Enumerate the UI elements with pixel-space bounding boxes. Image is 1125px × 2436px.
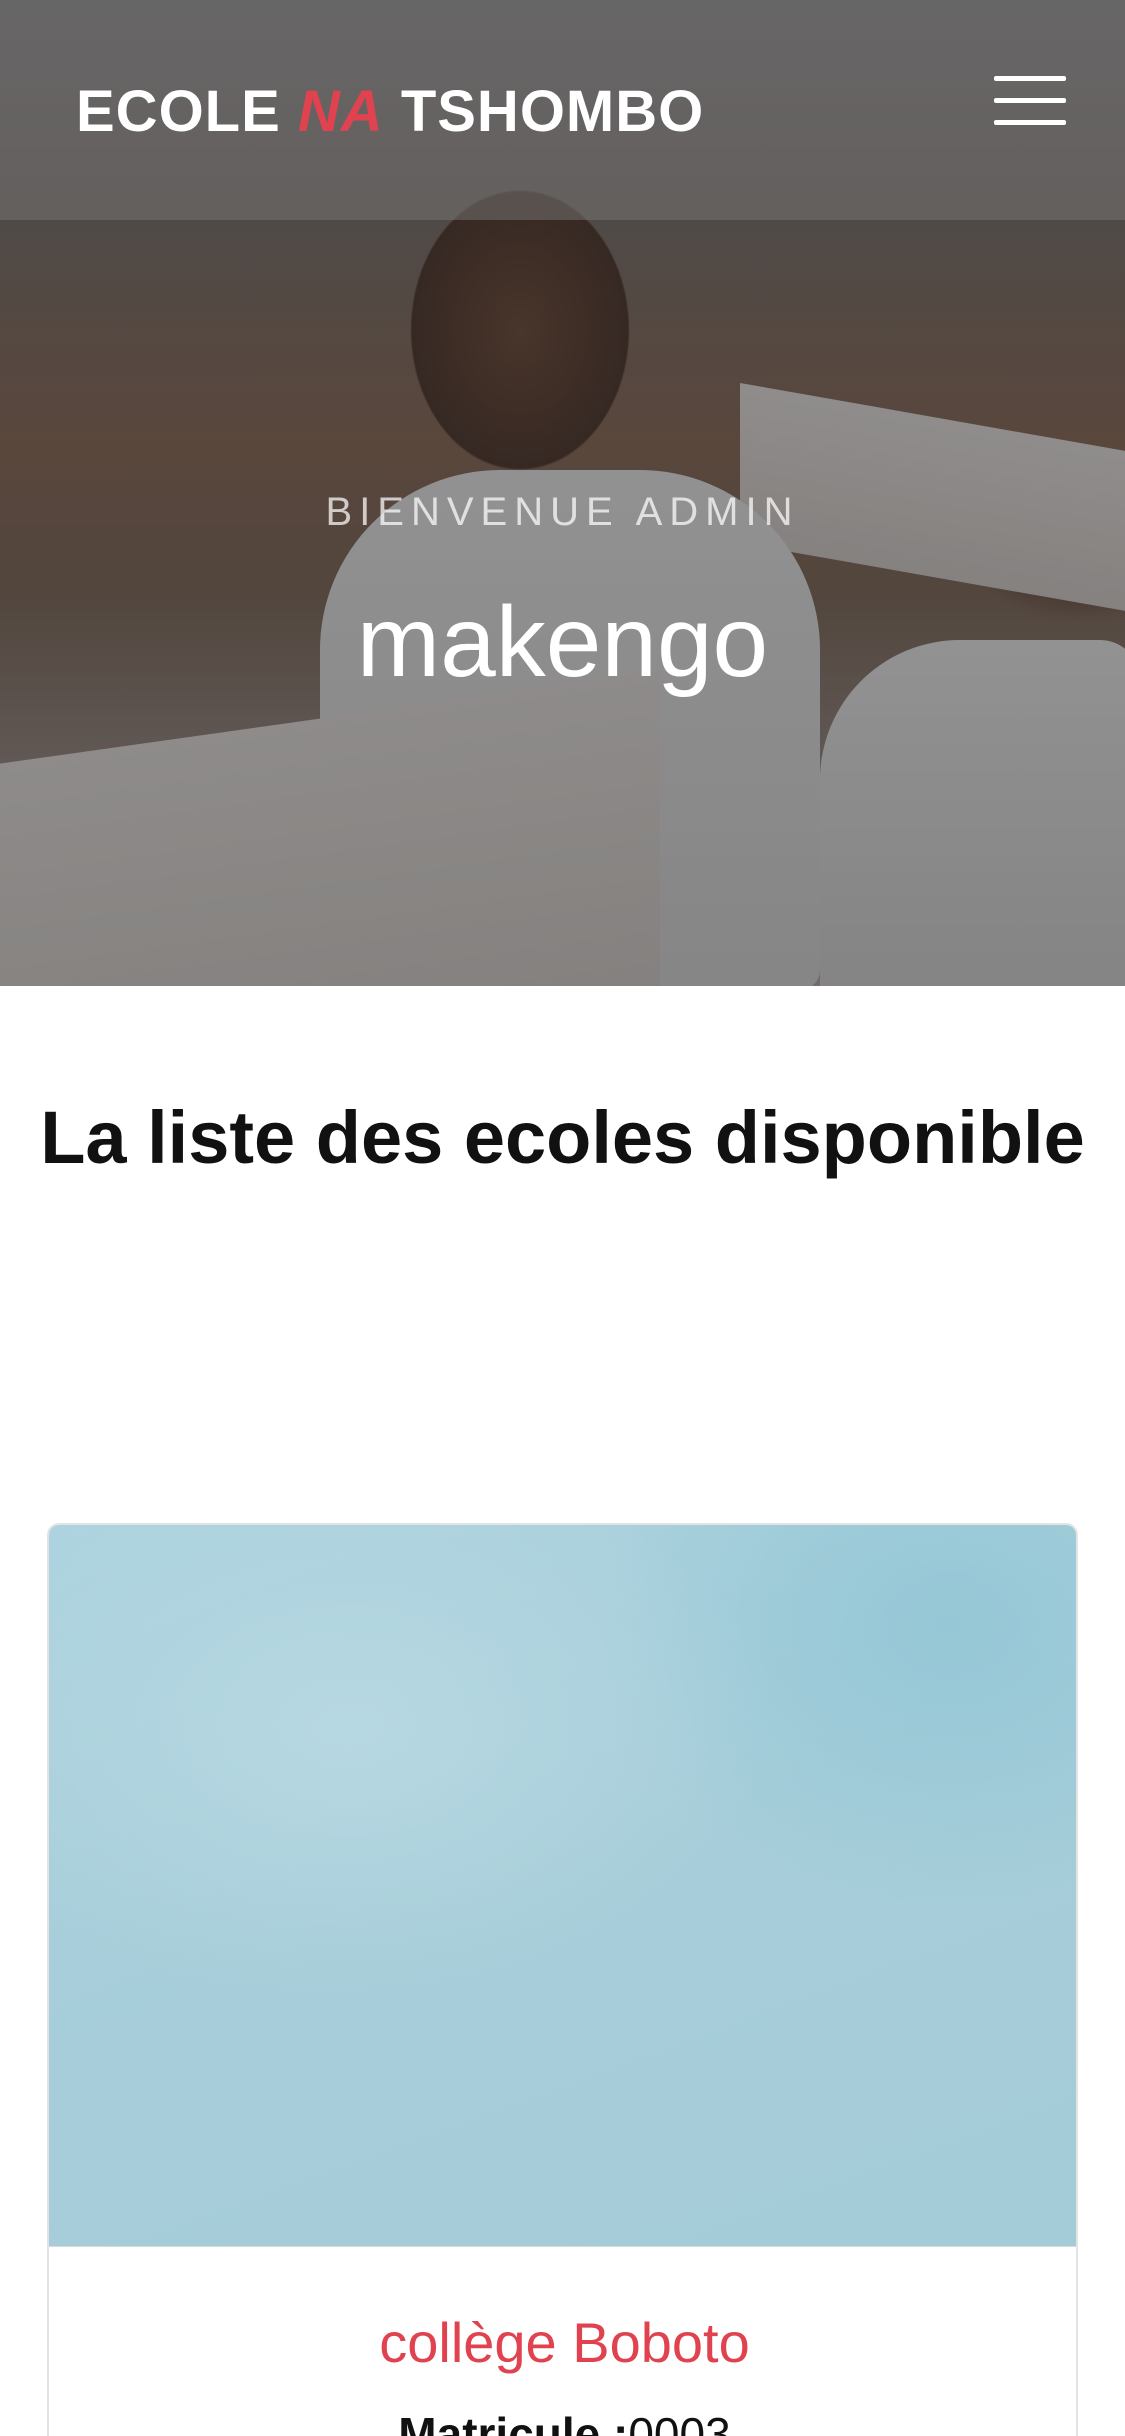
username-heading: makengo — [356, 586, 769, 698]
school-card-image[interactable] — [49, 1525, 1076, 2247]
matricule-value: 0003 — [628, 2408, 731, 2436]
brand-text: TSHOMBO — [383, 79, 705, 144]
welcome-text: BIENVENUE ADMIN — [325, 490, 800, 534]
school-card[interactable]: collège Boboto Matricule :0003 — [47, 1523, 1078, 2436]
section-title: La liste des ecoles disponible — [40, 1096, 1085, 1179]
brand-text: ECOLE — [76, 79, 298, 144]
hamburger-menu-icon[interactable] — [990, 72, 1070, 128]
menu-line — [994, 98, 1066, 103]
brand-accent-text: NA — [297, 79, 384, 144]
hero-banner: ECOLE NA TSHOMBO BIENVENUE ADMIN makengo — [0, 0, 1125, 986]
menu-line — [994, 76, 1066, 81]
brand-logo[interactable]: ECOLE NA TSHOMBO — [76, 78, 704, 145]
school-name-link[interactable]: collège Boboto — [49, 2310, 1076, 2375]
school-matricule: Matricule :0003 — [49, 2407, 1076, 2436]
menu-line — [994, 120, 1066, 125]
matricule-label: Matricule : — [398, 2408, 629, 2436]
